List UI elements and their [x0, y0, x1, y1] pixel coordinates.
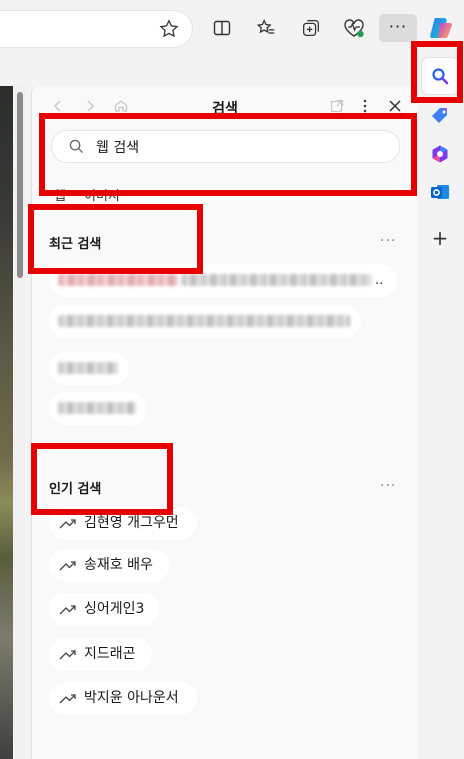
recent-search-item[interactable]	[49, 392, 147, 425]
trending-item[interactable]: 지드래곤	[49, 638, 152, 671]
search-query: 웹 검색	[96, 140, 140, 156]
add-icon[interactable]: +	[428, 226, 452, 250]
more-button[interactable]: ···	[379, 14, 417, 42]
trending-searches-title: 인기 검색	[49, 482, 102, 497]
collections-icon[interactable]	[298, 15, 324, 41]
recent-search-item[interactable]: ..	[49, 264, 397, 297]
page-scrollbar-thumb[interactable]	[17, 92, 23, 278]
trending-item-label: 싱어게인3	[84, 601, 145, 617]
search-side-panel: 검색 웹 검색 웹 이미지 최근 검색 ··· .. 인기 검색 ··· 김현영	[31, 86, 419, 759]
trending-item-label: 지드래곤	[84, 646, 136, 662]
recent-more-icon[interactable]: ···	[380, 233, 396, 249]
trending-up-icon	[59, 694, 76, 704]
trending-up-icon	[59, 605, 76, 615]
favorites-icon[interactable]	[253, 15, 279, 41]
truncation-ellipsis: ..	[375, 273, 384, 288]
close-icon[interactable]	[385, 96, 405, 116]
search-icon[interactable]	[428, 64, 452, 88]
page-background-image	[0, 86, 13, 759]
trending-up-icon	[59, 561, 76, 571]
trending-item-label: 송재호 배우	[84, 557, 153, 573]
trending-item[interactable]: 송재호 배우	[49, 549, 169, 582]
trending-more-icon[interactable]: ···	[380, 478, 396, 494]
recent-search-item[interactable]	[49, 305, 361, 338]
browser-toolbar: ···	[0, 0, 464, 58]
trending-item[interactable]: 박지윤 아나운서	[49, 682, 197, 715]
search-icon	[69, 139, 84, 158]
tab-images[interactable]: 이미지	[84, 185, 120, 204]
trending-up-icon	[59, 650, 76, 660]
open-in-new-tab-icon[interactable]	[327, 96, 347, 116]
recent-searches-title: 최근 검색	[49, 237, 102, 252]
tag-icon[interactable]	[428, 104, 452, 128]
tab-web[interactable]: 웹	[54, 189, 66, 204]
search-tabs: 웹 이미지	[54, 185, 120, 204]
trending-item[interactable]: 김현영 개그우먼	[49, 507, 197, 540]
m365-icon[interactable]	[428, 142, 452, 166]
trending-item[interactable]: 싱어게인3	[49, 593, 159, 626]
browser-essentials-icon[interactable]	[341, 15, 367, 41]
split-screen-icon[interactable]	[209, 15, 235, 41]
outlook-icon[interactable]	[428, 180, 452, 204]
trending-up-icon	[59, 519, 76, 529]
recent-search-item[interactable]	[49, 352, 129, 385]
trending-item-label: 박지윤 아나운서	[84, 690, 179, 706]
web-search-input[interactable]: 웹 검색	[51, 130, 400, 163]
trending-item-label: 김현영 개그우먼	[84, 515, 179, 531]
copilot-icon[interactable]	[428, 15, 454, 41]
panel-more-icon[interactable]	[355, 96, 375, 116]
favorite-star-icon[interactable]	[158, 18, 180, 40]
